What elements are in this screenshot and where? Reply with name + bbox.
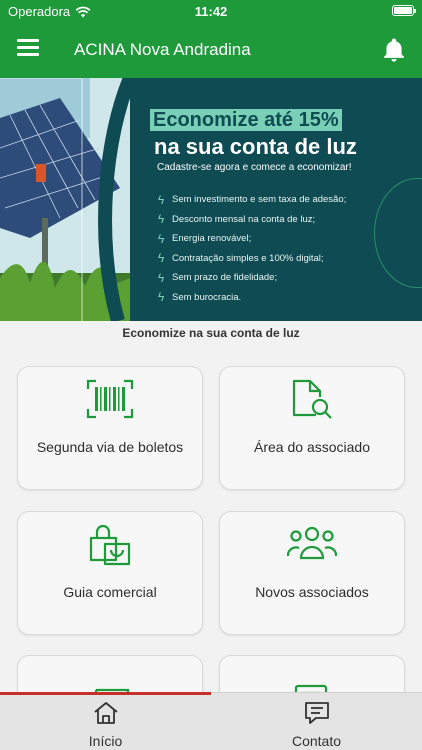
nav-contato[interactable]: Contato	[211, 693, 422, 750]
nav-label: Contato	[291, 733, 342, 749]
app-bar: ACINA Nova Andradina	[0, 22, 422, 78]
lightning-icon: ϟ	[157, 251, 165, 266]
card-label: Novos associados	[255, 584, 369, 600]
nav-label: Início	[88, 733, 123, 749]
lightning-icon: ϟ	[157, 290, 165, 305]
benefit-item: ϟ Sem prazo de fidelidade;	[157, 270, 278, 285]
card-label: Segunda via de boletos	[36, 439, 184, 455]
clock: 11:42	[194, 4, 228, 19]
barcode-icon	[86, 379, 134, 419]
banner-headline: Economize até 15%	[150, 109, 342, 131]
lightning-icon: ϟ	[157, 270, 165, 285]
benefits-list: ϟ Sem investimento e sem taxa de adesão; …	[156, 190, 346, 307]
shopping-bag-icon	[89, 524, 131, 566]
bottom-nav: Início Contato	[0, 692, 422, 750]
battery-icon	[392, 5, 416, 16]
benefit-item: ϟ Sem burocracia.	[157, 290, 242, 305]
lightning-icon: ϟ	[157, 231, 165, 246]
status-bar: Operadora 11:42	[0, 0, 422, 22]
card-label: Guia comercial	[63, 584, 157, 600]
benefit-item: ϟ Energia renovável;	[157, 231, 252, 246]
promo-banner[interactable]: Economize até 15% na sua conta de luz Ca…	[0, 78, 422, 321]
nav-inicio[interactable]: Início	[0, 693, 211, 750]
banner-cta: Cadastre-se agora e comece a economizar!	[157, 162, 352, 173]
decorative-circle	[374, 178, 422, 288]
lightning-icon: ϟ	[157, 192, 165, 207]
benefit-item: ϟ Contratação simples e 100% digital;	[157, 251, 324, 266]
solar-panel-image	[0, 78, 130, 321]
chat-icon	[304, 702, 329, 724]
card-guia-comercial[interactable]: Guia comercial	[17, 511, 203, 635]
card-label: Área do associado	[254, 439, 370, 455]
hamburger-menu-icon[interactable]	[14, 36, 44, 64]
benefit-item: ϟ Sem investimento e sem taxa de adesão;	[157, 192, 347, 207]
card-novos-associados[interactable]: Novos associados	[219, 511, 405, 635]
card-segunda-via-boletos[interactable]: Segunda via de boletos	[17, 366, 203, 490]
app-title: ACINA Nova Andradina	[74, 40, 251, 59]
group-icon	[287, 526, 337, 560]
banner-headline-2: na sua conta de luz	[154, 134, 357, 159]
benefit-item: ϟ Desconto mensal na conta de luz;	[157, 212, 316, 227]
notification-bell-icon[interactable]	[380, 36, 408, 64]
card-area-associado[interactable]: Área do associado	[219, 366, 405, 490]
home-icon	[93, 702, 118, 724]
section-label: Economize na sua conta de luz	[122, 326, 300, 340]
document-search-icon	[292, 379, 332, 419]
lightning-icon: ϟ	[157, 212, 165, 227]
